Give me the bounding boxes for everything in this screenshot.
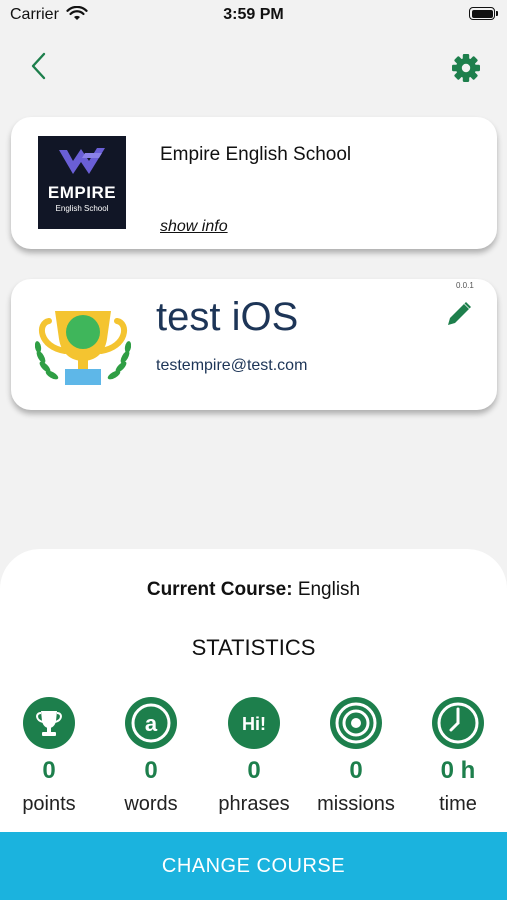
logo-subtitle: English School	[55, 204, 109, 213]
stat-label: missions	[317, 793, 395, 815]
stat-label: time	[439, 793, 477, 815]
school-logo: EMPIRE English School	[38, 136, 126, 229]
chevron-left-icon	[31, 52, 46, 80]
stat-value: 0	[144, 757, 158, 784]
current-course: Current Course: English	[0, 579, 507, 601]
stat-label: words	[124, 793, 178, 815]
speech-bubble-icon: Hi!	[228, 697, 280, 749]
svg-text:Hi!: Hi!	[242, 714, 266, 734]
battery-icon	[469, 7, 498, 20]
clock-icon	[432, 697, 484, 749]
logo-word: EMPIRE	[47, 183, 117, 202]
stat-value: 0	[349, 757, 363, 784]
stat-value: 0 h	[440, 757, 476, 784]
app-version: 0.0.1	[456, 281, 474, 290]
settings-button[interactable]	[448, 50, 484, 86]
stat-value: 0	[42, 757, 56, 784]
svg-text:a: a	[145, 711, 158, 736]
gear-icon	[452, 54, 480, 82]
edit-profile-button[interactable]	[442, 297, 476, 331]
target-icon	[330, 697, 382, 749]
empire-logo-mark	[59, 148, 105, 174]
stat-label: points	[22, 793, 76, 815]
pencil-icon	[448, 302, 471, 325]
current-course-value: English	[297, 579, 361, 600]
current-course-label: Current Course:	[146, 579, 293, 600]
school-name: Empire English School	[160, 144, 352, 165]
show-info-link[interactable]: show info	[160, 218, 228, 236]
trophy-icon	[35, 311, 131, 385]
back-button[interactable]	[22, 48, 54, 84]
status-bar: Carrier 3:59 PM	[0, 0, 507, 32]
profile-card: test iOS testempire@test.com 0.0.1	[11, 279, 497, 410]
school-card: EMPIRE English School Empire English Sch…	[11, 117, 497, 249]
user-name: test iOS	[156, 295, 299, 339]
user-email: testempire@test.com	[156, 357, 308, 374]
change-course-button[interactable]: CHANGE COURSE	[0, 832, 507, 900]
trophy-icon	[23, 697, 75, 749]
status-time: 3:59 PM	[223, 6, 284, 23]
at-sign-icon: a	[125, 697, 177, 749]
stat-label: phrases	[218, 793, 290, 815]
statistics-title: STATISTICS	[191, 635, 316, 660]
stat-value: 0	[247, 757, 261, 784]
